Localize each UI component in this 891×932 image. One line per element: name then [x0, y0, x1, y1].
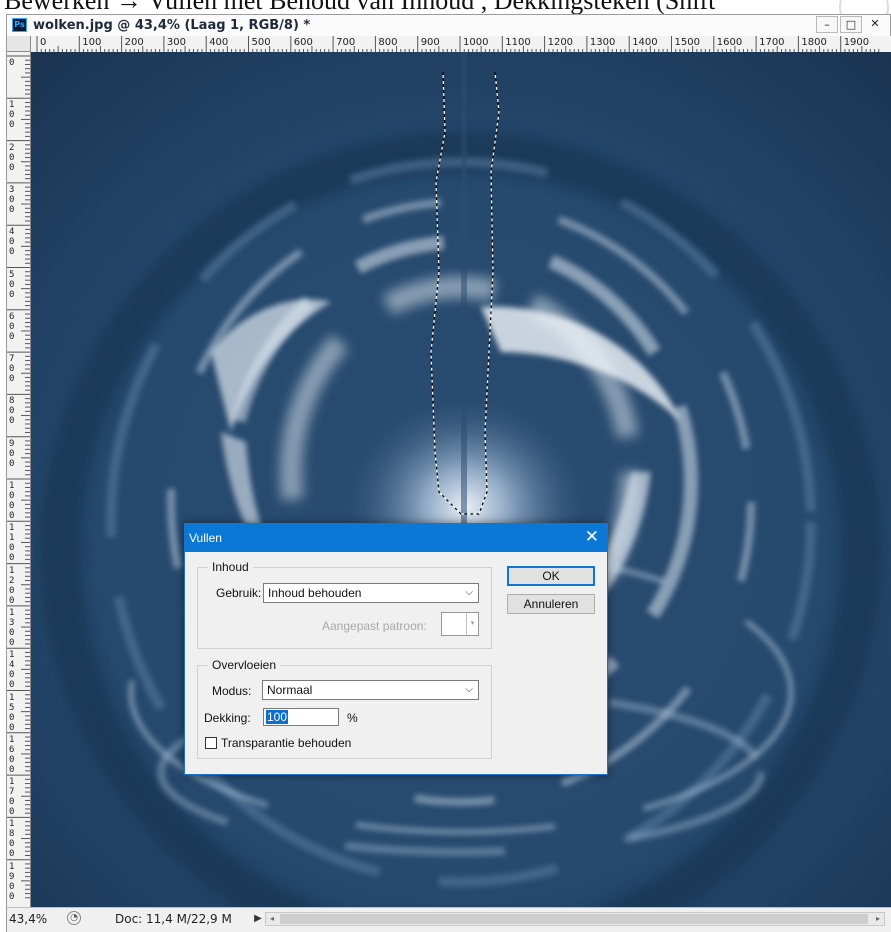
use-label: Gebruik: [216, 586, 262, 600]
cloud-vortex-image [31, 52, 891, 907]
blend-group-title: Overvloeien [208, 658, 281, 672]
mode-select[interactable]: Normaal ⌵ [262, 680, 479, 700]
ruler-v-label: 300 [9, 184, 15, 215]
ruler-v-label: 800 [9, 396, 15, 427]
ruler-vertical[interactable]: 0 100 200 300 400 500 600 700 800 900 1000 1100 1200… [7, 52, 31, 907]
ruler-v-label: 1900 [9, 861, 15, 902]
ruler-h-label: 800 [378, 37, 398, 48]
scrollbar-thumb[interactable] [280, 914, 868, 924]
dialog-titlebar[interactable]: Vullen ✕ [185, 524, 607, 552]
content-group-title: Inhoud [208, 560, 253, 574]
chevron-down-icon: ⌵ [465, 684, 473, 695]
ruler-v-label: 500 [9, 269, 15, 300]
status-zoom[interactable]: 43,4% [9, 912, 47, 926]
document-title: wolken.jpg @ 43,4% (Laag 1, RGB/8) * [33, 18, 311, 33]
content-group: Inhoud [197, 560, 492, 649]
dialog-close-icon[interactable]: ✕ [585, 528, 599, 546]
ruler-v-label: 1500 [9, 692, 15, 733]
ruler-h-label: 1200 [547, 37, 574, 48]
ruler-v-label: 1200 [9, 565, 15, 606]
ruler-horizontal[interactable]: 0 100 200 300 400 500 600 700 800 900 1000 1100 1200… [31, 36, 891, 53]
ruler-h-label: 700 [336, 37, 356, 48]
opacity-label: Dekking: [204, 711, 251, 725]
scroll-right-icon[interactable]: ▸ [872, 913, 884, 925]
ruler-v-label: 200 [9, 142, 15, 173]
ruler-h-label: 1000 [463, 37, 489, 48]
ruler-v-label: 1800 [9, 819, 15, 860]
chevron-down-icon: ⌵ [465, 587, 473, 598]
ruler-h-label: 300 [166, 37, 186, 48]
opacity-input[interactable]: 100 [263, 708, 339, 726]
pattern-swatch[interactable]: ▾ [441, 612, 479, 636]
ruler-h-label: 1600 [716, 37, 743, 48]
horizontal-scrollbar[interactable]: ◂ ▸ [265, 912, 885, 926]
ruler-h-label: 500 [251, 37, 271, 48]
preserve-transparency-checkbox[interactable] [205, 737, 217, 749]
image-canvas[interactable] [31, 52, 891, 907]
use-select[interactable]: Inhoud behouden ⌵ [263, 583, 479, 603]
ruler-v-label: 1700 [9, 777, 15, 818]
document-titlebar[interactable]: Ps wolken.jpg @ 43,4% (Laag 1, RGB/8) * … [7, 15, 890, 37]
ruler-v-label: 1300 [9, 607, 15, 648]
close-icon[interactable]: ✕ [864, 16, 886, 33]
ruler-h-label: 1500 [674, 37, 700, 48]
status-doc-info: Doc: 11,4 M/22,9 M [115, 912, 232, 926]
status-bar: 43,4% ◔ Doc: 11,4 M/22,9 M ▶ ◂ ▸ [7, 907, 891, 932]
preserve-transparency-label[interactable]: Transparantie behouden [221, 736, 351, 750]
ruler-h-label: 0 [40, 37, 47, 48]
ruler-h-label: 1800 [801, 37, 827, 48]
ok-button[interactable]: OK [507, 566, 595, 586]
document-window: Ps wolken.jpg @ 43,4% (Laag 1, RGB/8) * … [6, 14, 891, 932]
ruler-h-label: 200 [124, 37, 144, 48]
opacity-unit: % [347, 711, 358, 725]
pattern-label: Aangepast patroon: [322, 619, 427, 633]
ruler-v-label: 700 [9, 354, 15, 385]
ruler-h-label: 1700 [759, 37, 785, 48]
mode-label: Modus: [212, 684, 252, 698]
ruler-corner[interactable] [7, 36, 31, 52]
ruler-v-label: 1100 [9, 523, 15, 564]
ruler-v-label: 900 [9, 438, 15, 469]
chevron-down-icon: ▾ [466, 613, 478, 635]
status-info-icon[interactable]: ◔ [67, 911, 81, 925]
dialog-title: Vullen [189, 531, 222, 545]
ruler-v-label: 1000 [9, 481, 15, 521]
ps-app-icon: Ps [12, 18, 27, 32]
ruler-v-label: 1400 [9, 650, 15, 691]
ruler-v-label: 400 [9, 227, 15, 258]
fill-dialog: Vullen ✕ Inhoud Gebruik: Inhoud behouden… [184, 523, 608, 775]
status-arrow-icon[interactable]: ▶ [251, 911, 265, 927]
ruler-h-label: 1300 [589, 37, 616, 48]
minimize-icon[interactable]: – [816, 16, 838, 33]
ruler-h-label: 1400 [632, 37, 658, 48]
ruler-h-label: 1900 [843, 37, 870, 48]
ruler-h-label: 400 [209, 37, 229, 48]
ruler-v-label: 100 [9, 100, 15, 131]
ruler-h-label: 600 [293, 37, 313, 48]
ruler-h-label: 900 [420, 37, 440, 48]
ruler-v-label: 0 [9, 58, 15, 68]
cancel-button[interactable]: Annuleren [507, 594, 595, 614]
ruler-v-label: 1600 [9, 734, 15, 775]
mode-select-value: Normaal [267, 683, 313, 697]
opacity-value: 100 [266, 710, 289, 724]
ruler-h-label: 1100 [505, 37, 531, 48]
scroll-left-icon[interactable]: ◂ [266, 913, 278, 925]
ruler-v-label: 600 [9, 311, 15, 342]
ruler-h-label: 100 [82, 37, 102, 48]
use-select-value: Inhoud behouden [268, 586, 362, 600]
maximize-icon[interactable]: □ [840, 16, 862, 33]
